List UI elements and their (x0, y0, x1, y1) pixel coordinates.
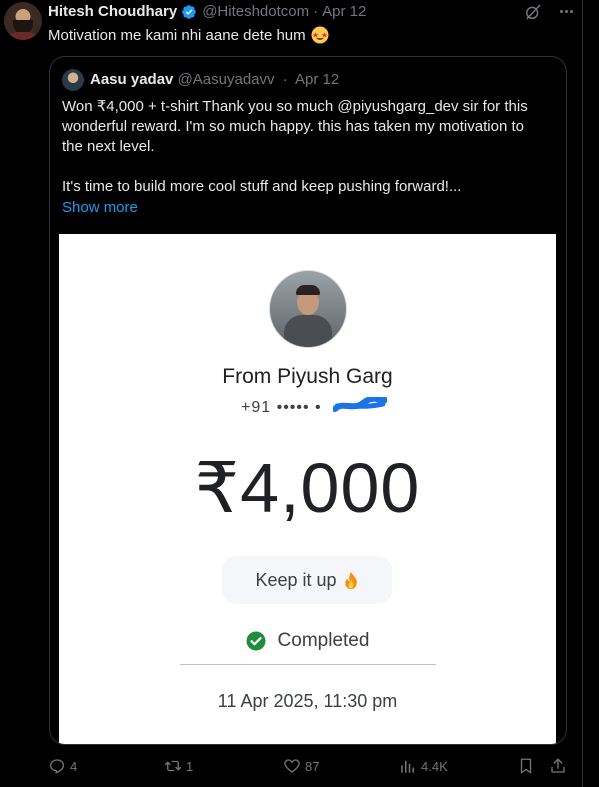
views-icon (401, 760, 414, 773)
share-icon (551, 758, 565, 773)
payment-status-text: Completed (277, 630, 370, 651)
repost-count: 1 (186, 758, 194, 774)
quote-author-name[interactable]: Aasu yadav (90, 71, 173, 88)
payment-note-text: Keep it up (255, 569, 337, 590)
payment-screenshot[interactable]: From Piyush Garg +91 ••••• • ₹4,000 Keep… (59, 234, 556, 744)
payment-datetime: 11 Apr 2025, 11:30 pm (217, 691, 398, 711)
author-handle[interactable]: @Hiteshdotcom (202, 3, 309, 20)
tweet-header: Hitesh Choudhary @Hiteshdotcom · Apr 12 (48, 3, 366, 20)
repost-icon (164, 760, 182, 772)
author-avatar[interactable] (4, 2, 42, 40)
divider (180, 664, 436, 665)
tweet-actions: 4 1 87 4.4K (0, 757, 599, 777)
redaction-scribble (333, 397, 387, 412)
share-button[interactable] (549, 757, 567, 775)
reply-icon (49, 759, 65, 774)
bookmark-button[interactable] (517, 757, 535, 775)
separator-dot: · (313, 3, 319, 20)
payment-note: Keep it up (222, 556, 392, 604)
tweet-text: Motivation me kami nhi aane dete hum (48, 26, 306, 44)
quote-text: Won ₹4,000 + t-shirt Thank you so much @… (62, 97, 542, 197)
quote-text-line: the next level. (62, 138, 155, 155)
quote-text-line: It's time to build more cool stuff and k… (62, 178, 462, 195)
grok-icon[interactable] (523, 2, 543, 22)
quote-header: Aasu yadav @Aasuyadavv · Apr 12 (90, 71, 339, 88)
payer-name: From Piyush Garg (222, 365, 393, 388)
payer-phone: +91 ••••• • (241, 399, 322, 416)
like-button[interactable]: 87 (283, 757, 319, 775)
fire-emoji-icon (344, 571, 357, 589)
like-count: 87 (305, 758, 320, 774)
check-circle-icon (246, 631, 266, 651)
reply-count: 4 (70, 758, 78, 774)
repost-button[interactable]: 1 (164, 757, 193, 775)
verified-badge-icon (182, 4, 197, 19)
timeline-border (582, 0, 583, 787)
quote-text-line: wonderful reward. I'm so much happy. thi… (62, 118, 524, 135)
quote-author-avatar[interactable] (62, 69, 84, 91)
heart-icon (284, 759, 300, 773)
tweet-text-row: Motivation me kami nhi aane dete hum (48, 26, 329, 44)
views-count: 4.4K (421, 758, 448, 774)
more-options-icon[interactable] (560, 10, 573, 13)
bookmark-icon (520, 758, 532, 774)
star-struck-emoji-icon (311, 26, 329, 44)
quote-text-line: Won ₹4,000 + t-shirt Thank you so much @… (62, 98, 528, 115)
separator-dot: · (282, 71, 288, 88)
tweet-date[interactable]: Apr 12 (322, 3, 366, 20)
reply-button[interactable]: 4 (48, 757, 77, 775)
payer-avatar (269, 270, 347, 348)
author-name[interactable]: Hitesh Choudhary (48, 3, 177, 20)
quote-author-handle[interactable]: @Aasuyadavv (178, 71, 275, 88)
show-more-link[interactable]: Show more (62, 199, 138, 216)
payment-status: Completed (59, 630, 556, 652)
quoted-tweet[interactable]: Aasu yadav @Aasuyadavv · Apr 12 Won ₹4,0… (49, 56, 567, 745)
views-button[interactable]: 4.4K (399, 757, 448, 775)
payment-amount: ₹4,000 (194, 449, 421, 527)
quote-date: Apr 12 (295, 71, 340, 88)
